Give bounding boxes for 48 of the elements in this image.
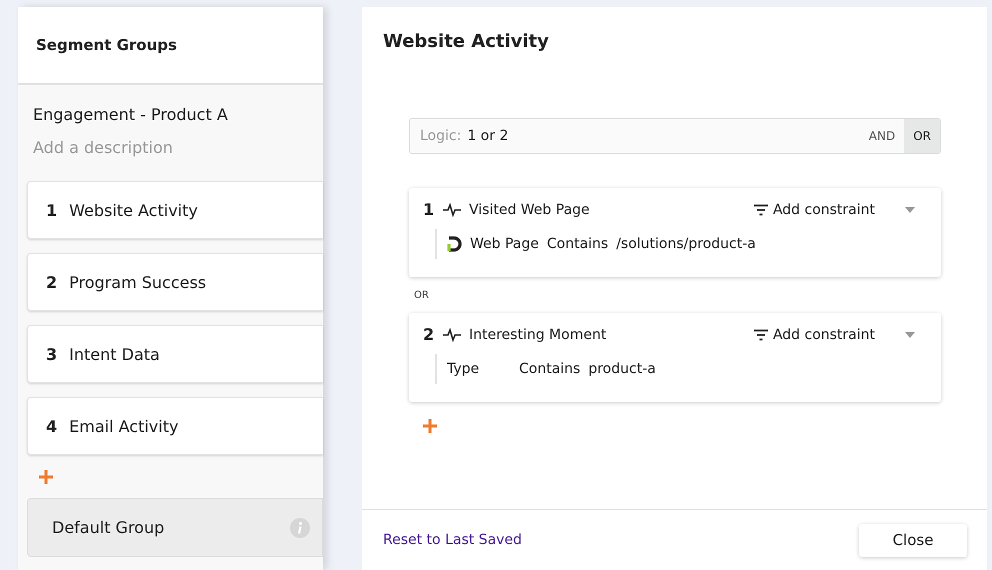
dialog-title: Website Activity <box>383 31 550 52</box>
operator-toggle[interactable]: OR <box>904 119 940 153</box>
default-group-item[interactable]: Default Group <box>27 498 323 557</box>
info-icon[interactable] <box>290 518 310 538</box>
add-icon[interactable] <box>422 418 438 434</box>
condition-value: /solutions/product-a <box>616 236 756 252</box>
group-number: 2 <box>46 272 58 292</box>
caret-icon[interactable] <box>905 332 915 338</box>
filter-icon <box>752 204 769 216</box>
close-button[interactable]: Close <box>859 524 967 556</box>
condition-operator: Contains <box>546 236 608 252</box>
group-item[interactable]: 2 Program Success <box>27 253 323 311</box>
sidebar-title: Segment Groups <box>36 36 177 54</box>
add-icon[interactable] <box>38 469 54 485</box>
logic-value: 1 or 2 <box>467 128 510 144</box>
add-constraint-button[interactable]: Add constraint <box>752 326 875 342</box>
group-number: 4 <box>46 416 58 436</box>
segment-name: Engagement - Product A <box>33 105 229 124</box>
pulse-icon <box>443 202 461 216</box>
condition-field: Type <box>447 361 511 377</box>
group-label: Program Success <box>69 272 206 292</box>
add-constraint-button[interactable]: Add constraint <box>752 202 875 218</box>
filter-name: Visited Web Page <box>469 202 591 218</box>
pulse-icon <box>443 328 461 342</box>
filter-number: 1 <box>423 200 435 219</box>
reset-link[interactable]: Reset to Last Saved <box>383 532 522 548</box>
group-label: Email Activity <box>69 416 178 436</box>
group-number: 1 <box>46 200 58 220</box>
d-logo-icon <box>447 236 462 252</box>
filter-icon <box>752 328 769 340</box>
logic-field[interactable]: Logic: 1 or 2 AND OR <box>409 118 941 154</box>
logic-label: Logic: <box>420 128 462 144</box>
group-label: Website Activity <box>69 200 198 220</box>
condition-value: product-a <box>588 361 656 377</box>
group-number: 3 <box>46 344 58 364</box>
joiner-label: OR <box>414 290 430 301</box>
operator-toggle[interactable]: AND <box>860 119 904 153</box>
filter-number: 2 <box>423 325 435 344</box>
default-group-label: Default Group <box>52 518 164 537</box>
caret-icon[interactable] <box>905 206 915 212</box>
condition-operator: Contains <box>519 361 580 377</box>
description-field[interactable]: Add a description <box>33 138 283 157</box>
group-label: Intent Data <box>69 344 160 364</box>
filter-name: Interesting Moment <box>469 326 608 342</box>
group-item[interactable]: 1 Website Activity <box>27 181 323 239</box>
group-item[interactable]: 4 Email Activity <box>27 397 323 455</box>
condition-field: Web Page <box>470 236 539 252</box>
group-item[interactable]: 3 Intent Data <box>27 325 323 383</box>
